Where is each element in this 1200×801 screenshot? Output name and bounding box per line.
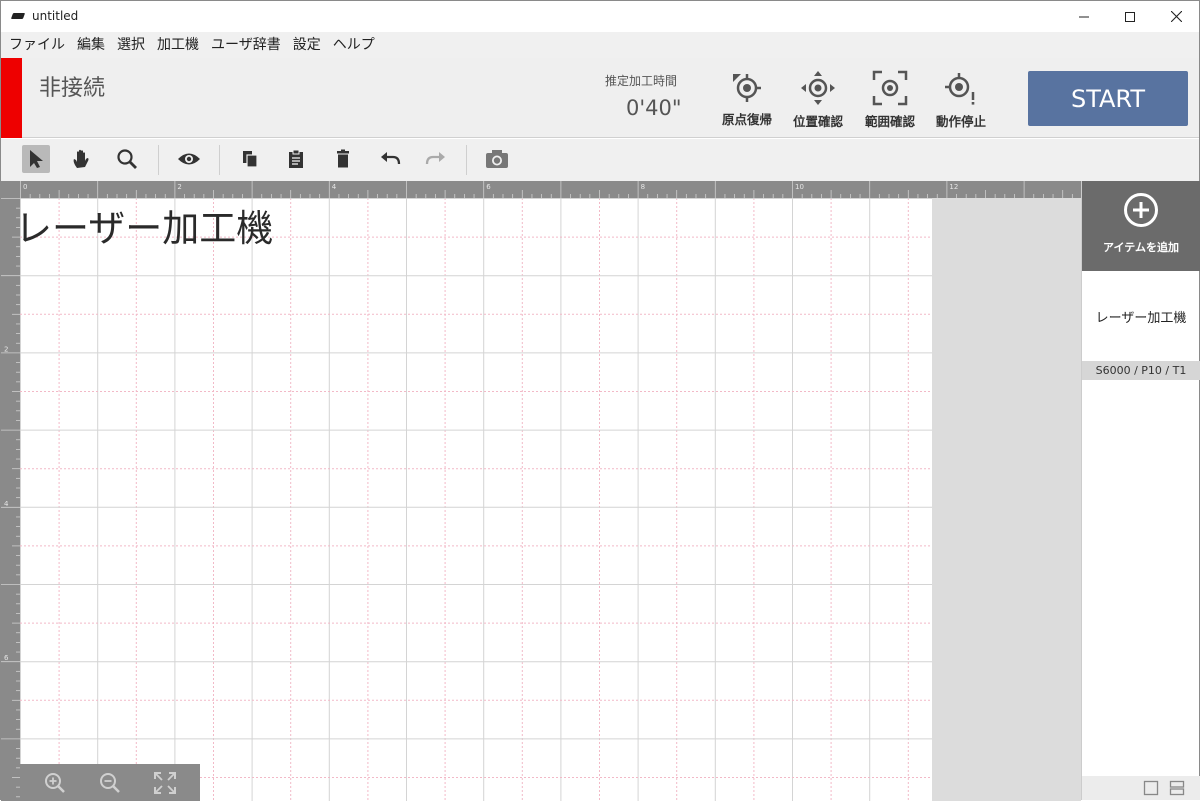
minimize-button[interactable] [1061,1,1107,32]
estimate-time-value: 0'40" [626,96,682,120]
close-button[interactable] [1153,1,1199,32]
copy-button[interactable] [236,145,264,173]
app-logo-icon [10,13,26,19]
fit-screen-button[interactable] [152,770,178,796]
horizontal-ruler: 0 2 4 6 8 10 12 [1,181,1081,198]
maximize-icon [1125,11,1135,22]
zoom-in-button[interactable] [42,770,68,796]
ruler-top-label: 2 [177,183,181,191]
range-check-label: 範囲確認 [864,114,915,129]
home-return-label: 原点復帰 [721,112,772,127]
hand-pan-icon [73,149,89,168]
stop-operation-label: 動作停止 [935,114,986,129]
menu-file[interactable]: ファイル [3,32,71,58]
item-title[interactable]: レーザー加工機 [1082,307,1200,326]
ruler-top-label: 10 [795,183,804,191]
add-circle-icon [1124,193,1158,227]
redo-icon [425,152,445,165]
item-panel: アイテムを追加 レーザー加工機 S6000 / P10 / T1 [1081,181,1200,800]
design-canvas-area[interactable]: 0 2 4 6 8 10 12 2 4 6 レーザー加工機 [1,181,1081,801]
ruler-top-label: 0 [23,183,27,191]
range-check-button[interactable]: 範囲確認 [858,70,922,130]
maximize-button[interactable] [1107,1,1153,32]
menu-user-dictionary[interactable]: ユーザ辞書 [205,32,287,58]
paste-clipboard-icon [289,149,303,168]
add-item-button[interactable]: アイテムを追加 [1082,181,1200,271]
position-move-icon [801,71,835,105]
position-check-label: 位置確認 [792,114,843,129]
ruler-left-label: 2 [4,345,8,353]
zoom-out-icon [100,773,120,793]
ruler-top-label: 12 [949,183,958,191]
vertical-ruler: 2 4 6 [1,181,20,801]
zoom-out-button[interactable] [97,770,123,796]
magnifier-icon [117,149,137,169]
window-title: untitled [32,9,79,23]
toolbar-divider [158,145,159,175]
ruler-top-label: 6 [486,183,491,191]
trash-icon [337,149,349,168]
zoom-controls [20,764,200,801]
minimize-icon [1079,16,1089,17]
panel-view-toggle [1082,776,1200,800]
eye-preview-icon [178,153,200,165]
paste-button[interactable] [282,145,310,173]
home-return-button[interactable]: 原点復帰 [715,70,779,130]
undo-button[interactable] [376,145,404,173]
zoom-in-icon [45,773,65,793]
title-bar: untitled [1,1,1199,32]
position-check-button[interactable]: 位置確認 [786,70,850,130]
copy-icon [243,151,258,168]
camera-icon [486,150,508,168]
edit-toolbar [1,139,1199,181]
fit-screen-icon [154,772,176,794]
ruler-top-label: 8 [641,183,645,191]
redo-button[interactable] [422,145,450,173]
ruler-top-label: 4 [332,183,337,191]
ruler-left-label: 6 [4,654,9,662]
single-view-icon[interactable] [1143,780,1159,796]
grid-lines [20,198,932,801]
horizontal-ruler-scale: 0 2 4 6 8 10 12 [20,181,1073,198]
machine-header: 非接続 推定加工時間 0'40" 原点復帰 位置確認 範囲確認 動作停止 STA… [1,58,1199,138]
ruler-left-label: 4 [4,500,9,508]
undo-icon [381,152,401,165]
close-icon [1170,11,1182,22]
menu-edit[interactable]: 編集 [71,32,111,58]
app-window: untitled ファイル 編集 選択 加工機 ユーザ辞書 設定 ヘルプ 非接続… [0,0,1200,801]
connection-status: 非接続 [39,76,106,101]
vertical-ruler-scale: 2 4 6 [1,198,20,798]
canvas-text-object[interactable]: レーザー加工機 [20,198,273,252]
stop-operation-button[interactable]: 動作停止 [929,70,993,130]
select-arrow-icon [30,150,43,168]
work-area-grid[interactable]: レーザー加工機 [20,198,932,801]
zoom-tool-button[interactable] [113,145,141,173]
menu-select[interactable]: 選択 [111,32,151,58]
menu-machine[interactable]: 加工機 [151,32,205,58]
menu-settings[interactable]: 設定 [287,32,327,58]
select-tool-button[interactable] [22,145,50,173]
range-check-icon [872,70,908,106]
camera-button[interactable] [483,145,511,173]
item-parameters[interactable]: S6000 / P10 / T1 [1082,361,1200,380]
menu-help[interactable]: ヘルプ [327,32,381,58]
split-view-icon[interactable] [1169,780,1185,796]
toolbar-divider [466,145,467,175]
stop-target-icon [945,73,975,105]
delete-button[interactable] [329,145,357,173]
preview-button[interactable] [175,145,203,173]
pan-tool-button[interactable] [68,145,96,173]
home-target-icon [733,74,761,102]
toolbar-divider [219,145,220,175]
start-button[interactable]: START [1028,71,1188,126]
connection-indicator [1,58,22,138]
menu-bar: ファイル 編集 選択 加工機 ユーザ辞書 設定 ヘルプ [1,32,1199,58]
estimate-time-label: 推定加工時間 [605,74,678,88]
add-item-label: アイテムを追加 [1103,241,1179,254]
